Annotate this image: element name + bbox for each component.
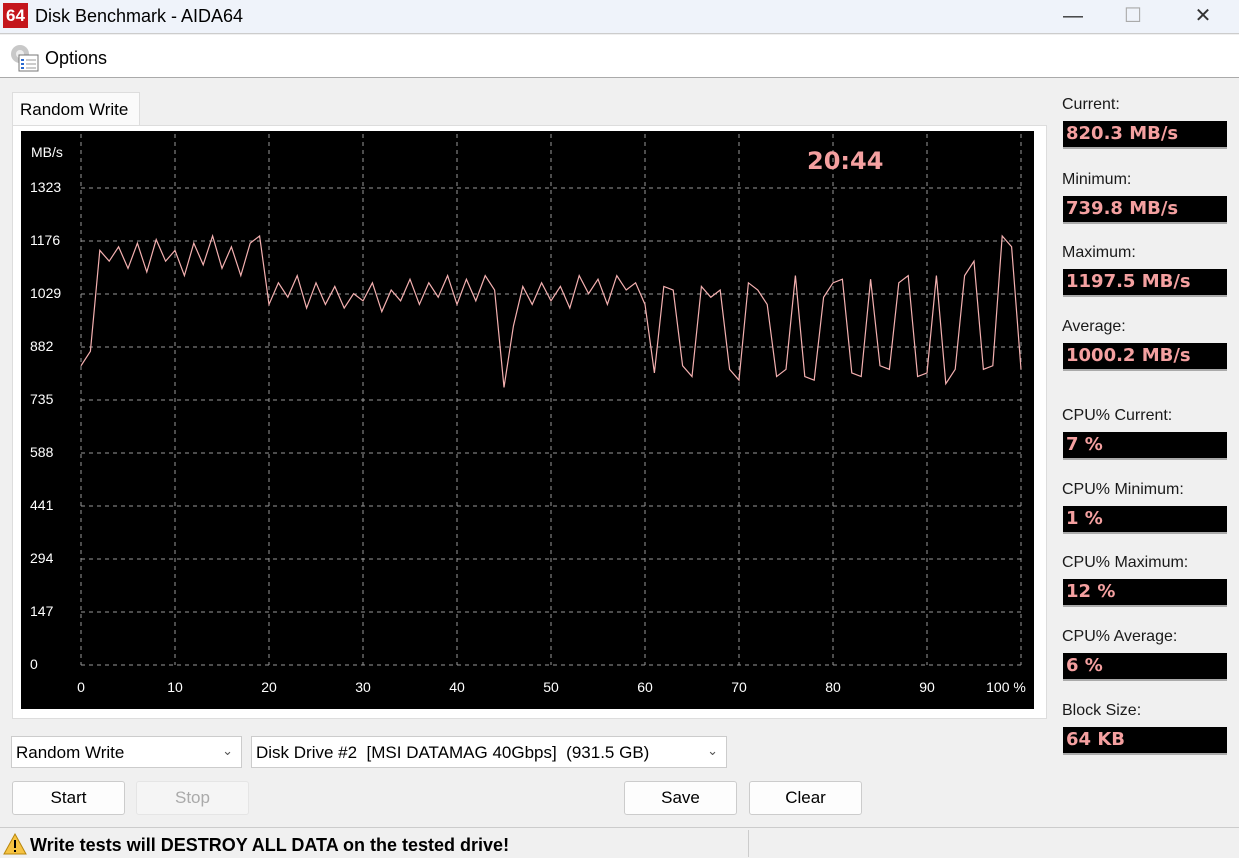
menu-bar: Options bbox=[0, 35, 1239, 78]
stat-value: 739.8 MB/s bbox=[1063, 196, 1227, 224]
elapsed-timer: 20:44 bbox=[807, 147, 884, 175]
maximize-button[interactable]: ☐ bbox=[1103, 0, 1163, 34]
y-tick-label: 441 bbox=[30, 497, 54, 513]
x-tick-label: 100 % bbox=[986, 679, 1026, 695]
x-tick-label: 0 bbox=[77, 679, 85, 695]
start-button[interactable]: Start bbox=[12, 781, 125, 815]
clear-button[interactable]: Clear bbox=[749, 781, 862, 815]
x-tick-label: 30 bbox=[355, 679, 371, 695]
aida64-logo-icon: 64 bbox=[3, 3, 28, 28]
close-button[interactable]: ✕ bbox=[1173, 0, 1233, 34]
stat-label: Current: bbox=[1062, 96, 1120, 113]
minimize-button[interactable]: — bbox=[1043, 0, 1103, 34]
y-tick-label: 1176 bbox=[30, 232, 61, 248]
x-tick-label: 60 bbox=[637, 679, 653, 695]
stat-label: CPU% Minimum: bbox=[1062, 481, 1184, 498]
stat-label: CPU% Average: bbox=[1062, 628, 1178, 645]
y-axis-label: MB/s bbox=[31, 144, 63, 160]
options-icon bbox=[11, 45, 39, 72]
stat-label: CPU% Maximum: bbox=[1062, 554, 1189, 571]
y-tick-label: 1323 bbox=[30, 179, 62, 195]
y-tick-label: 294 bbox=[30, 550, 54, 566]
x-tick-label: 80 bbox=[825, 679, 841, 695]
y-tick-label: 882 bbox=[30, 338, 54, 354]
stat-value: 820.3 MB/s bbox=[1063, 121, 1227, 149]
stat-value: 64 KB bbox=[1063, 727, 1227, 755]
stat-value: 12 % bbox=[1063, 579, 1227, 607]
stat-label: Average: bbox=[1062, 318, 1126, 335]
stat-label: Maximum: bbox=[1062, 244, 1136, 261]
test-type-select[interactable]: Random Write ⌄ bbox=[11, 736, 242, 768]
stat-value: 1 % bbox=[1063, 506, 1227, 534]
y-tick-label: 1029 bbox=[30, 285, 62, 301]
save-button[interactable]: Save bbox=[624, 781, 737, 815]
window-title: Disk Benchmark - AIDA64 bbox=[35, 6, 244, 26]
y-tick-label: 735 bbox=[30, 391, 54, 407]
stat-value: 1197.5 MB/s bbox=[1063, 269, 1227, 297]
chart-plot bbox=[80, 134, 1022, 666]
x-tick-label: 70 bbox=[731, 679, 747, 695]
x-tick-label: 20 bbox=[261, 679, 277, 695]
x-tick-label: 90 bbox=[919, 679, 935, 695]
y-tick-label: 147 bbox=[30, 603, 54, 619]
warning-text: Write tests will DESTROY ALL DATA on the… bbox=[30, 835, 510, 855]
test-type-value: Random Write bbox=[16, 743, 125, 762]
stat-label: Block Size: bbox=[1062, 702, 1142, 719]
stop-button[interactable]: Stop bbox=[136, 781, 249, 815]
y-tick-label: 0 bbox=[30, 656, 38, 672]
options-menu[interactable]: Options bbox=[45, 48, 107, 69]
stat-value: 6 % bbox=[1063, 653, 1227, 681]
title-bar: 64 Disk Benchmark - AIDA64 — ☐ ✕ bbox=[0, 0, 1239, 34]
benchmark-chart: MB/s 20:44 0 147 294 441 588 735 882 1029 1176 13… bbox=[21, 131, 1034, 709]
chevron-down-icon: ⌄ bbox=[222, 743, 233, 758]
stat-label: Minimum: bbox=[1062, 171, 1132, 188]
warning-icon bbox=[3, 833, 27, 855]
status-divider bbox=[748, 830, 749, 857]
tab-random-write[interactable]: Random Write bbox=[12, 92, 140, 126]
chevron-down-icon: ⌄ bbox=[707, 743, 718, 758]
drive-value: Disk Drive #2 [MSI DATAMAG 40Gbps] (931.… bbox=[256, 743, 650, 762]
drive-select[interactable]: Disk Drive #2 [MSI DATAMAG 40Gbps] (931.… bbox=[251, 736, 727, 768]
stat-value: 7 % bbox=[1063, 432, 1227, 460]
status-bar: Write tests will DESTROY ALL DATA on the… bbox=[0, 827, 1239, 858]
x-tick-label: 10 bbox=[167, 679, 183, 695]
x-tick-label: 40 bbox=[449, 679, 465, 695]
y-tick-label: 588 bbox=[30, 444, 54, 460]
x-tick-label: 50 bbox=[543, 679, 559, 695]
stat-value: 1000.2 MB/s bbox=[1063, 343, 1227, 371]
stat-label: CPU% Current: bbox=[1062, 407, 1173, 424]
